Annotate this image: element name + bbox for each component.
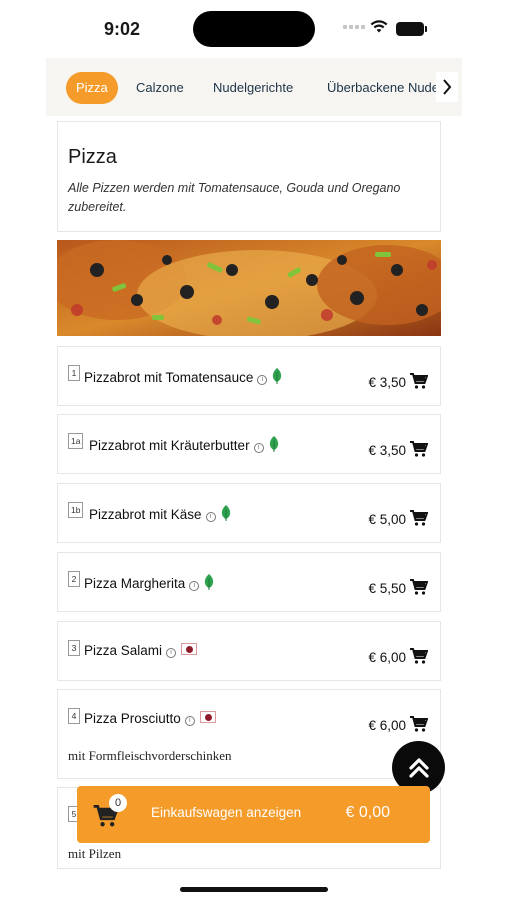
item-name: Pizzabrot mit Kräuterbutter <box>89 438 250 453</box>
item-name-wrap: Pizzabrot mit Kräuterbutter i <box>89 436 280 453</box>
item-number: 3 <box>68 640 80 656</box>
item-number: 2 <box>68 571 80 587</box>
item-description: mit Formfleischvorderschinken <box>68 748 232 763</box>
menu-item[interactable]: 3 Pizza Salami i € 6,00 <box>57 621 441 681</box>
item-price: € 5,00 <box>368 512 406 527</box>
leaf-icon <box>273 368 282 384</box>
section-intro: Pizza Alle Pizzen werden mit Tomatensauc… <box>57 121 441 232</box>
leaf-icon <box>269 436 278 452</box>
item-name-wrap: Pizzabrot mit Tomatensauce i <box>84 368 283 385</box>
add-to-cart-icon[interactable] <box>410 648 428 664</box>
battery-icon <box>396 22 427 36</box>
item-price: € 5,50 <box>368 581 406 596</box>
category-tab-bar: Pizza Calzone Nudelgerichte Überbackene … <box>46 58 462 116</box>
info-icon[interactable]: i <box>189 581 200 591</box>
tab-calzone[interactable]: Calzone <box>136 72 184 104</box>
leaf-icon <box>221 505 230 521</box>
tab-pizza[interactable]: Pizza <box>66 72 118 104</box>
item-price: € 3,50 <box>368 375 406 390</box>
cart-count-badge: 0 <box>109 794 127 812</box>
chevron-right-icon <box>443 79 452 95</box>
item-name: Pizza Prosciutto <box>84 711 181 726</box>
item-name: Pizza Margherita <box>84 576 186 591</box>
item-number: 1b <box>68 502 84 518</box>
tab-nudelgerichte[interactable]: Nudelgerichte <box>213 72 293 104</box>
status-bar: 9:02 <box>0 0 507 58</box>
add-to-cart-icon[interactable] <box>410 579 428 595</box>
status-time: 9:02 <box>104 19 141 39</box>
dynamic-island <box>193 11 315 47</box>
meat-icon <box>199 711 216 723</box>
info-icon[interactable]: i <box>166 648 177 658</box>
menu-item[interactable]: 1 Pizzabrot mit Tomatensauce i € 3,50 <box>57 346 441 406</box>
item-name-wrap: Pizzabrot mit Käse i <box>89 505 232 522</box>
home-indicator[interactable] <box>180 887 328 892</box>
info-icon[interactable]: i <box>253 443 264 453</box>
add-to-cart-icon[interactable] <box>410 716 428 732</box>
pizza-banner-image <box>57 240 441 336</box>
info-icon[interactable]: i <box>257 375 268 385</box>
meat-icon <box>181 643 198 655</box>
item-number: 4 <box>68 708 80 724</box>
double-chevron-up-icon <box>408 757 429 778</box>
menu-item[interactable]: 2 Pizza Margherita i € 5,50 <box>57 552 441 612</box>
item-name-wrap: Pizza Salami i <box>84 643 198 658</box>
cart-label: Einkaufswagen anzeigen <box>151 805 302 820</box>
item-name-wrap: Pizza Margherita i <box>84 574 215 591</box>
item-number: 1 <box>68 365 80 381</box>
tabs-scroll-right-button[interactable] <box>436 72 458 102</box>
item-name-wrap: Pizza Prosciutto i <box>84 711 216 726</box>
item-price: € 6,00 <box>368 650 406 665</box>
section-description: Alle Pizzen werden mit Tomatensauce, Gou… <box>68 181 401 214</box>
item-name: Pizzabrot mit Käse <box>89 507 202 522</box>
cellular-signal-icon <box>343 25 365 29</box>
menu-item[interactable]: 4 Pizza Prosciutto i € 6,00 mit Formfleis… <box>57 689 441 779</box>
item-name: Pizza Salami <box>84 643 163 658</box>
add-to-cart-icon[interactable] <box>410 373 428 389</box>
add-to-cart-icon[interactable] <box>410 441 428 457</box>
leaf-icon <box>205 574 214 590</box>
add-to-cart-icon[interactable] <box>410 510 428 526</box>
menu-item[interactable]: 1b Pizzabrot mit Käse i € 5,00 <box>57 483 441 543</box>
info-icon[interactable]: i <box>184 716 195 726</box>
view-cart-button[interactable]: 0 Einkaufswagen anzeigen € 0,00 <box>77 786 430 843</box>
section-title: Pizza <box>68 146 117 168</box>
cart-total: € 0,00 <box>345 804 390 821</box>
item-description: mit Pilzen <box>68 846 122 861</box>
wifi-icon <box>370 20 388 33</box>
tab-ueberbackene-nudeln[interactable]: Überbackene Nude <box>327 72 439 104</box>
info-icon[interactable]: i <box>205 512 216 522</box>
item-price: € 6,00 <box>368 718 406 733</box>
item-name: Pizzabrot mit Tomatensauce <box>84 370 254 385</box>
menu-item[interactable]: 1a Pizzabrot mit Kräuterbutter i € 3,50 <box>57 414 441 474</box>
item-price: € 3,50 <box>368 443 406 458</box>
item-number: 1a <box>68 433 84 449</box>
